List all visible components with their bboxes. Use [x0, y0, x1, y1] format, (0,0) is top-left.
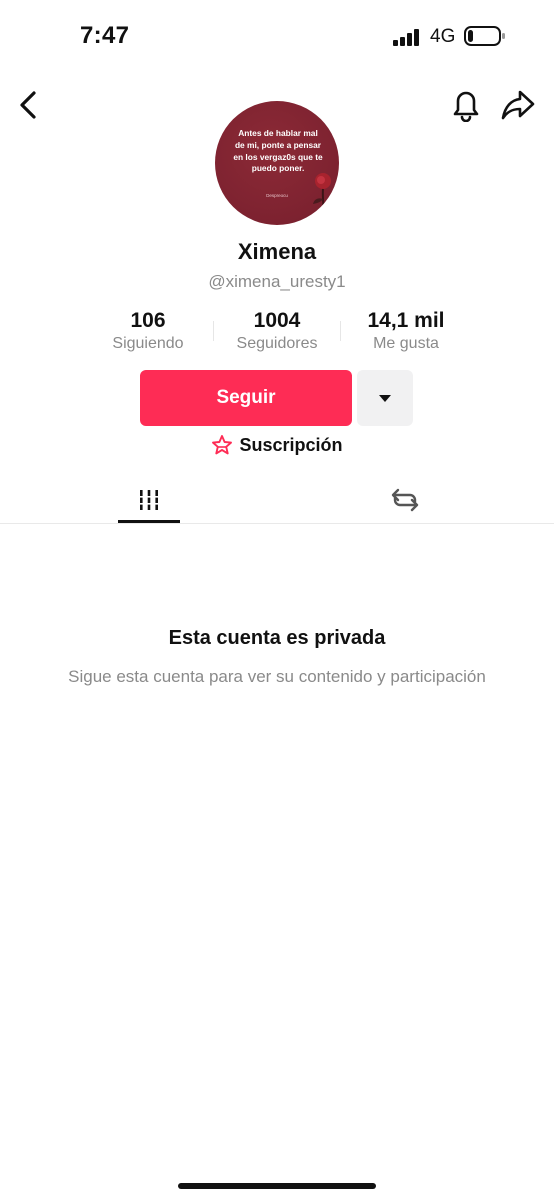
rose-icon	[313, 173, 334, 218]
avatar-signature: Despreocu	[266, 193, 288, 198]
more-options-button[interactable]	[357, 370, 413, 426]
repost-icon	[391, 488, 419, 512]
stat-likes[interactable]: 14,1 mil Me gusta	[336, 309, 476, 353]
tab-reposts[interactable]	[376, 478, 434, 522]
stat-likes-label: Me gusta	[373, 335, 439, 352]
avatar-quote: Antes de hablar mal de mi, ponte a pensa…	[233, 128, 323, 174]
private-account-subtitle: Sigue esta cuenta para ver su contenido …	[68, 667, 486, 686]
battery-icon	[464, 26, 505, 46]
videos-grid-icon	[138, 490, 160, 510]
stat-followers-label: Seguidores	[236, 335, 318, 352]
caret-down-icon	[379, 394, 391, 402]
avatar[interactable]: Antes de hablar mal de mi, ponte a pensa…	[215, 101, 339, 225]
profile-handle: @ximena_uresty1	[208, 272, 346, 291]
subscription-link[interactable]: Suscripción	[0, 434, 554, 456]
bell-icon[interactable]	[450, 86, 482, 122]
network-type: 4G	[430, 26, 456, 47]
private-account-title: Esta cuenta es privada	[168, 627, 386, 649]
stat-following[interactable]: 106 Siguiendo	[78, 309, 218, 353]
subscription-label: Suscripción	[239, 434, 343, 455]
tab-divider	[0, 523, 554, 524]
follow-button[interactable]: Seguir	[140, 370, 352, 426]
share-arrow-icon[interactable]	[500, 86, 536, 122]
subscription-star-icon	[212, 435, 233, 455]
home-indicator[interactable]	[178, 1183, 376, 1189]
profile-name: Ximena	[237, 239, 317, 264]
stat-likes-value: 14,1 mil	[367, 309, 445, 332]
stat-following-value: 106	[130, 309, 166, 332]
tab-videos[interactable]	[118, 478, 180, 522]
signal-icon	[393, 29, 419, 46]
stat-followers[interactable]: 1004 Seguidores	[207, 309, 347, 353]
status-time: 7:47	[80, 22, 130, 49]
stat-followers-value: 1004	[253, 309, 301, 332]
back-chevron-icon[interactable]	[14, 88, 44, 122]
stat-following-label: Siguiendo	[112, 335, 184, 352]
